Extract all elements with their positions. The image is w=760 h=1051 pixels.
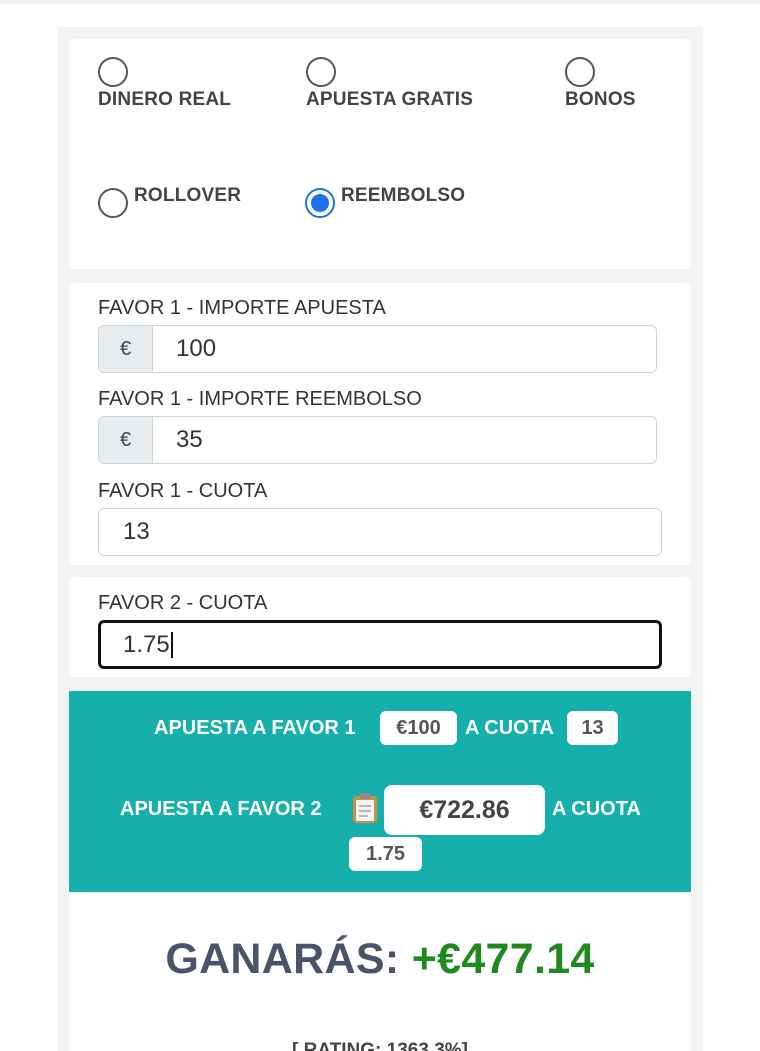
favor1-odds-text: A CUOTA <box>465 717 554 739</box>
bet-type-card: DINERO REAL APUESTA GRATIS BONOS ROLLOVE… <box>69 39 691 269</box>
euro-addon: € <box>99 417 153 463</box>
radio-apuesta-gratis-label: APUESTA GRATIS <box>306 89 474 110</box>
radio-rollover[interactable]: ROLLOVER <box>98 185 241 218</box>
favor2-amount-badge[interactable]: €722.86 <box>384 785 545 835</box>
favor2-odds-input[interactable]: 1.75 <box>98 620 662 669</box>
radio-reembolso[interactable]: REEMBOLSO <box>305 185 465 218</box>
radio-rollover-circle[interactable] <box>98 188 128 218</box>
radio-reembolso-circle[interactable] <box>305 188 335 218</box>
radio-reembolso-label: REEMBOLSO <box>341 185 466 206</box>
radio-rollover-label: ROLLOVER <box>134 185 242 206</box>
radio-bonos-label: BONOS <box>565 89 636 110</box>
favor1-odds-input[interactable]: 13 <box>98 508 662 556</box>
favor1-amount-badge: €100 <box>380 711 457 745</box>
favor1-odds-badge: 13 <box>567 711 618 745</box>
favor1-stake-field[interactable]: € 100 <box>98 325 657 373</box>
favor1-card: FAVOR 1 - IMPORTE APUESTA € 100 FAVOR 1 … <box>69 283 691 565</box>
radio-bonos[interactable]: BONOS <box>565 57 636 111</box>
top-bar <box>0 0 760 4</box>
profit-heading: GANARÁS: +€477.14 <box>69 935 691 984</box>
favor2-odds-value: 1.75 <box>123 630 170 658</box>
radio-dinero-real-label: DINERO REAL <box>98 89 232 110</box>
rating-text: [ RATING: 1363.3%] <box>292 1040 468 1051</box>
profit-label: GANARÁS: <box>165 935 400 983</box>
euro-addon: € <box>99 326 153 372</box>
radio-dinero-real[interactable]: DINERO REAL <box>98 57 231 111</box>
favor1-odds-label: FAVOR 1 - CUOTA <box>98 480 268 502</box>
favor1-refund-label: FAVOR 1 - IMPORTE REEMBOLSO <box>98 388 422 410</box>
profit-value: +€477.14 <box>411 935 595 983</box>
favor1-stake-input[interactable]: 100 <box>153 326 656 372</box>
profit-summary: GANARÁS: +€477.14 [ RATING: 1363.3%] <box>69 892 691 1051</box>
radio-bonos-circle[interactable] <box>565 57 595 87</box>
radio-dinero-real-circle[interactable] <box>98 57 128 87</box>
radio-apuesta-gratis-circle[interactable] <box>306 57 336 87</box>
result-panel: APUESTA A FAVOR 1 €100 A CUOTA 13 APUEST… <box>69 691 691 892</box>
favor2-bet-text: APUESTA A FAVOR 2 <box>120 798 322 820</box>
favor2-odds-badge: 1.75 <box>349 837 422 871</box>
favor2-odds-text: A CUOTA <box>552 798 641 820</box>
radio-apuesta-gratis[interactable]: APUESTA GRATIS <box>306 57 473 111</box>
favor2-card: FAVOR 2 - CUOTA 1.75 <box>69 577 691 677</box>
favor1-stake-label: FAVOR 1 - IMPORTE APUESTA <box>98 297 386 319</box>
favor1-odds-value: 13 <box>123 518 150 545</box>
favor1-refund-input[interactable]: 35 <box>153 417 656 463</box>
clipboard-icon[interactable] <box>352 792 378 824</box>
favor1-refund-field[interactable]: € 35 <box>98 416 657 464</box>
favor2-odds-label: FAVOR 2 - CUOTA <box>98 592 268 614</box>
text-caret <box>170 631 173 658</box>
favor1-bet-text: APUESTA A FAVOR 1 <box>154 717 356 739</box>
calculator-container: DINERO REAL APUESTA GRATIS BONOS ROLLOVE… <box>58 27 703 1051</box>
